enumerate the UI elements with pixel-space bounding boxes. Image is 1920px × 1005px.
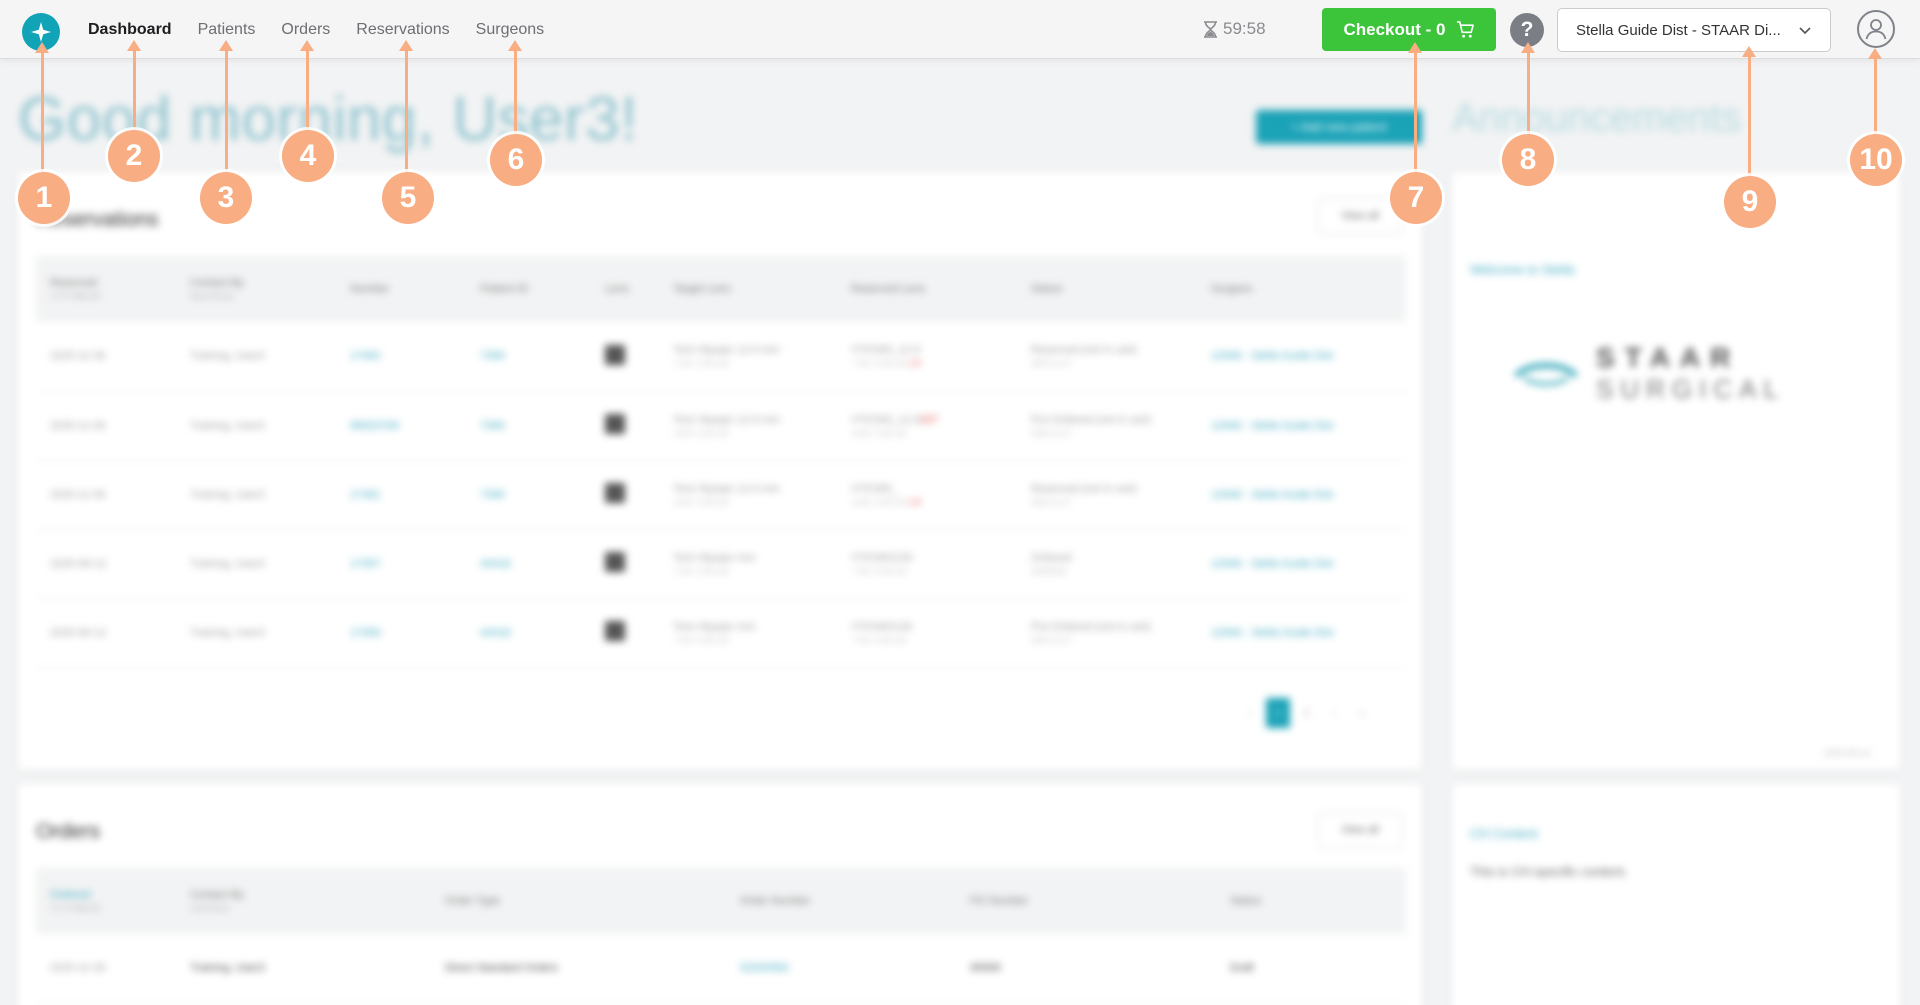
reservations-view-all-button[interactable]: View all bbox=[1318, 198, 1402, 234]
dashboard-content: Good morning, User3! + Add new patient A… bbox=[0, 60, 1920, 1005]
reservations-pagination: ‹ 1 2 › » bbox=[1238, 698, 1374, 728]
table-row[interactable]: 2025-06-12 Training, User3 17456 44418 T… bbox=[36, 598, 1406, 668]
nav-orders[interactable]: Orders bbox=[281, 21, 330, 39]
callout-badge-1: 1 bbox=[18, 172, 70, 224]
table-row[interactable]: 2025-11-06 Training, User3 Direct Standa… bbox=[36, 934, 1406, 1004]
column-header[interactable]: Status bbox=[1216, 868, 1406, 934]
orders-card: Orders View all Ordered YYYY-MM-DD Contac… bbox=[18, 784, 1422, 1005]
table-row[interactable]: 2025-11-06 Training, User3 17461 7399 To… bbox=[36, 460, 1406, 530]
announcement-ch-card: CH Content This is CH-specific content. bbox=[1452, 784, 1900, 1005]
nav-dashboard[interactable]: Dashboard bbox=[88, 21, 172, 39]
reservations-table: Reserved YYYY-MM-DD Contact By Work Phone … bbox=[36, 256, 1406, 668]
hourglass-icon bbox=[1204, 20, 1217, 38]
lens-icon bbox=[605, 344, 625, 365]
reservations-card: Reservations View all Reserved YYYY-MM-DD… bbox=[18, 172, 1422, 770]
table-row[interactable]: 2025-11-06 Training, User3 96920769 7399… bbox=[36, 391, 1406, 461]
column-header[interactable]: Reserved YYYY-MM-DD bbox=[36, 256, 176, 322]
pager-prev[interactable]: ‹ bbox=[1238, 698, 1262, 728]
callout-line bbox=[225, 50, 228, 176]
column-header: Reserved Lens bbox=[851, 283, 925, 295]
table-row[interactable]: 2025-06-12 Training, User3 17457 44418 T… bbox=[36, 529, 1406, 599]
staar-surgical-logo: STAAR SURGICAL bbox=[1514, 342, 1785, 405]
callout-line bbox=[133, 50, 136, 134]
nav-reservations[interactable]: Reservations bbox=[356, 21, 449, 39]
callout-line bbox=[514, 50, 517, 138]
column-header: Surgeon bbox=[1211, 283, 1253, 295]
pager-next[interactable]: › bbox=[1322, 698, 1346, 728]
lens-icon bbox=[605, 552, 625, 572]
column-header[interactable]: Order Type bbox=[431, 868, 726, 934]
column-header[interactable]: PO Number bbox=[956, 868, 1216, 934]
lens-icon bbox=[605, 621, 625, 641]
main-nav: Dashboard Patients Orders Reservations S… bbox=[88, 0, 544, 59]
column-header[interactable]: Patient ID bbox=[466, 256, 591, 322]
nav-surgeons[interactable]: Surgeons bbox=[476, 21, 545, 39]
callout-line bbox=[1874, 58, 1877, 138]
nav-patients[interactable]: Patients bbox=[198, 21, 256, 39]
column-header[interactable]: Contact By Cell Phone bbox=[176, 868, 431, 934]
orders-table: Ordered YYYY-MM-DD Contact By Cell Phone O… bbox=[36, 868, 1406, 1004]
chevron-down-icon bbox=[1799, 27, 1811, 35]
orders-title: Orders bbox=[36, 820, 101, 843]
profile-button[interactable] bbox=[1857, 10, 1895, 48]
pager-last[interactable]: » bbox=[1350, 698, 1374, 728]
user-icon bbox=[1865, 19, 1887, 40]
top-navigation-bar: Dashboard Patients Orders Reservations S… bbox=[0, 0, 1920, 59]
callout-badge-4: 4 bbox=[282, 130, 334, 182]
announcement-welcome-heading[interactable]: Welcome to Stella bbox=[1470, 262, 1575, 277]
announcements-title: Announcements bbox=[1452, 96, 1742, 140]
session-timer: 59:58 bbox=[1203, 17, 1266, 41]
callout-badge-9: 9 bbox=[1724, 176, 1776, 228]
callout-line bbox=[41, 52, 44, 176]
announcement-date: 2025-08-14 bbox=[1824, 748, 1871, 758]
callout-badge-3: 3 bbox=[200, 172, 252, 224]
column-header: Target Lens bbox=[673, 283, 731, 295]
orders-view-all-button[interactable]: View all bbox=[1318, 812, 1402, 848]
callout-badge-10: 10 bbox=[1850, 134, 1902, 186]
lens-icon bbox=[605, 414, 625, 434]
column-header: Lens bbox=[605, 283, 629, 295]
callout-line bbox=[1527, 52, 1530, 140]
callout-line bbox=[1414, 52, 1417, 176]
callout-badge-2: 2 bbox=[108, 130, 160, 182]
callout-line bbox=[405, 50, 408, 176]
account-selector[interactable]: Stella Guide Dist - STAAR Di... bbox=[1557, 8, 1831, 52]
table-row[interactable]: 2025-11-06 Training, User3 17462 7399 To… bbox=[36, 322, 1406, 392]
column-header[interactable]: Status bbox=[1017, 256, 1197, 322]
eye-logo-icon bbox=[1514, 362, 1578, 385]
callout-line bbox=[1748, 56, 1751, 178]
callout-badge-6: 6 bbox=[490, 134, 542, 186]
announcement-welcome-card: Welcome to Stella STAAR SURGICAL 2025-08… bbox=[1452, 172, 1900, 770]
column-header[interactable]: Number bbox=[336, 256, 466, 322]
column-header[interactable]: Contact By Work Phone bbox=[176, 256, 336, 322]
callout-badge-5: 5 bbox=[382, 172, 434, 224]
announcement-ch-heading[interactable]: CH Content bbox=[1470, 826, 1538, 841]
pager-page-1[interactable]: 1 bbox=[1266, 698, 1290, 728]
cart-icon bbox=[1456, 21, 1474, 38]
callout-badge-8: 8 bbox=[1502, 134, 1554, 186]
callout-badge-7: 7 bbox=[1390, 172, 1442, 224]
account-label: Stella Guide Dist - STAAR Di... bbox=[1576, 21, 1781, 39]
lens-icon bbox=[605, 483, 625, 503]
callout-line bbox=[306, 50, 309, 134]
column-header[interactable]: Ordered YYYY-MM-DD bbox=[36, 868, 176, 934]
timer-value: 59:58 bbox=[1223, 19, 1266, 38]
pager-page-2[interactable]: 2 bbox=[1294, 698, 1318, 728]
column-header[interactable]: Order Number bbox=[726, 868, 956, 934]
checkout-label: Checkout - 0 bbox=[1343, 19, 1446, 39]
add-patient-button[interactable]: + Add new patient bbox=[1256, 110, 1422, 144]
announcement-ch-text: This is CH-specific content. bbox=[1470, 864, 1628, 879]
